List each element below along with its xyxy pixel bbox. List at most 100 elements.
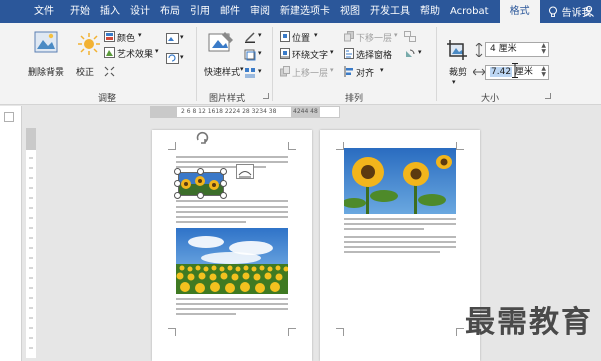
layout-options-button[interactable] bbox=[236, 164, 254, 179]
send-backward-dropdown[interactable]: ▾ bbox=[394, 31, 398, 39]
height-spinbox[interactable]: 4 厘米 ▲ ▼ bbox=[485, 42, 549, 57]
wrap-text-icon[interactable] bbox=[280, 48, 290, 59]
text-line bbox=[176, 216, 288, 218]
crop-mark bbox=[336, 328, 344, 336]
text-line bbox=[176, 298, 288, 300]
picture-style-launcher[interactable] bbox=[263, 93, 269, 99]
ruler-numbers-margin: 4244 48 bbox=[291, 107, 320, 117]
rotate-dropdown[interactable]: ▾ bbox=[418, 48, 422, 56]
sunflower-field-image[interactable] bbox=[176, 228, 288, 294]
compress-icon[interactable] bbox=[104, 66, 115, 77]
text-line bbox=[344, 251, 440, 253]
color-button[interactable]: 颜色 bbox=[117, 31, 135, 44]
crop-icon[interactable] bbox=[446, 39, 468, 61]
rotate-icon[interactable] bbox=[404, 48, 416, 59]
crop-mark bbox=[168, 328, 176, 336]
quick-style-dropdown[interactable]: ▾ bbox=[240, 65, 244, 73]
document-page-2[interactable] bbox=[320, 130, 480, 361]
quick-style-button[interactable]: 快速样式 bbox=[204, 65, 240, 78]
tab-view[interactable]: 视图 bbox=[335, 0, 365, 23]
resize-handle[interactable] bbox=[197, 168, 204, 175]
tab-format[interactable]: 格式 bbox=[499, 0, 540, 23]
color-dropdown-arrow[interactable]: ▾ bbox=[138, 31, 142, 39]
art-effect-button[interactable]: 艺术效果 bbox=[117, 47, 153, 60]
art-effect-icon[interactable] bbox=[104, 47, 115, 58]
group-objects-icon[interactable] bbox=[404, 31, 416, 42]
resize-handle[interactable] bbox=[174, 168, 181, 175]
resize-handle[interactable] bbox=[174, 192, 181, 199]
tab-help[interactable]: 帮助 bbox=[415, 0, 445, 23]
tab-review[interactable]: 审阅 bbox=[245, 0, 275, 23]
sunflower-closeup-image[interactable] bbox=[344, 148, 456, 214]
group-label-picture-style: 图片样式 bbox=[209, 94, 246, 104]
tab-layout[interactable]: 布局 bbox=[155, 0, 185, 23]
position-icon[interactable] bbox=[280, 31, 290, 42]
tab-mailings[interactable]: 邮件 bbox=[215, 0, 245, 23]
bring-forward-icon[interactable] bbox=[280, 66, 290, 77]
tab-design[interactable]: 设计 bbox=[125, 0, 155, 23]
picture-effect-dropdown[interactable]: ▾ bbox=[258, 49, 262, 57]
reset-picture-dropdown[interactable]: ▾ bbox=[180, 53, 184, 61]
reset-picture-icon[interactable] bbox=[166, 53, 179, 64]
align-button[interactable]: 对齐 bbox=[356, 66, 374, 79]
ruler-toggle[interactable] bbox=[4, 112, 14, 122]
height-spin-arrows[interactable]: ▲ ▼ bbox=[541, 43, 546, 55]
wrap-text-button[interactable]: 环绕文字 bbox=[292, 48, 328, 61]
picture-border-icon[interactable] bbox=[244, 31, 256, 43]
resize-handle[interactable] bbox=[220, 192, 227, 199]
width-spin-arrows[interactable]: ▲ ▼ bbox=[541, 66, 546, 78]
bring-forward-button[interactable]: 上移一层 bbox=[292, 66, 328, 79]
tab-home[interactable]: 开始 bbox=[65, 0, 95, 23]
text-line bbox=[176, 200, 288, 202]
document-page-1[interactable] bbox=[152, 130, 312, 361]
remove-background-icon[interactable] bbox=[34, 29, 58, 55]
tab-new-tab[interactable]: 新建选项卡 bbox=[275, 0, 335, 23]
ruler-margin-left bbox=[151, 107, 177, 117]
sun-correct-icon[interactable] bbox=[78, 33, 100, 55]
position-dropdown[interactable]: ▾ bbox=[314, 31, 318, 39]
resize-handle[interactable] bbox=[220, 168, 227, 175]
crop-mark bbox=[288, 328, 296, 336]
resize-handle[interactable] bbox=[197, 192, 204, 199]
color-icon[interactable] bbox=[104, 31, 115, 42]
tab-acrobat[interactable]: Acrobat bbox=[445, 0, 494, 23]
rotate-handle-icon[interactable] bbox=[194, 130, 210, 146]
send-backward-button[interactable]: 下移一层 bbox=[356, 31, 392, 44]
tab-insert[interactable]: 插入 bbox=[95, 0, 125, 23]
picture-layout-dropdown[interactable]: ▾ bbox=[258, 67, 262, 75]
text-line bbox=[344, 223, 456, 225]
quick-style-icon[interactable] bbox=[208, 31, 234, 55]
text-line bbox=[344, 241, 456, 243]
change-picture-icon[interactable] bbox=[166, 33, 179, 44]
change-picture-dropdown[interactable]: ▾ bbox=[180, 33, 184, 41]
crop-button[interactable]: 裁剪 bbox=[449, 65, 467, 78]
remove-background-button[interactable]: 删除背景 bbox=[28, 65, 64, 78]
size-launcher[interactable] bbox=[545, 93, 551, 99]
resize-handle[interactable] bbox=[174, 180, 181, 187]
resize-handle[interactable] bbox=[220, 180, 227, 187]
bring-forward-dropdown[interactable]: ▾ bbox=[330, 66, 334, 74]
text-line bbox=[344, 236, 456, 238]
divider bbox=[196, 27, 197, 101]
align-icon[interactable] bbox=[344, 66, 354, 77]
text-line bbox=[176, 221, 246, 223]
tab-references[interactable]: 引用 bbox=[185, 0, 215, 23]
selection-pane-icon[interactable] bbox=[344, 48, 354, 59]
user-icon[interactable] bbox=[583, 5, 595, 17]
horizontal-ruler[interactable]: 2 6 8 12 1618 2224 28 3234 38 4244 48 bbox=[150, 106, 340, 118]
correct-button[interactable]: 校正 bbox=[76, 65, 94, 78]
position-button[interactable]: 位置 bbox=[292, 31, 310, 44]
art-effect-dropdown-arrow[interactable]: ▾ bbox=[155, 47, 159, 55]
send-backward-icon[interactable] bbox=[344, 31, 354, 42]
align-dropdown[interactable]: ▾ bbox=[380, 66, 384, 74]
crop-dropdown[interactable]: ▾ bbox=[452, 78, 456, 86]
text-line bbox=[344, 228, 424, 230]
text-cursor-icon bbox=[512, 63, 518, 78]
picture-border-dropdown[interactable]: ▾ bbox=[258, 31, 262, 39]
wrap-text-dropdown[interactable]: ▾ bbox=[330, 48, 334, 56]
selection-pane-button[interactable]: 选择窗格 bbox=[356, 48, 392, 61]
tab-developer[interactable]: 开发工具 bbox=[365, 0, 415, 23]
tab-file[interactable]: 文件 bbox=[0, 0, 59, 23]
picture-effect-icon[interactable] bbox=[244, 49, 256, 61]
picture-layout-icon[interactable] bbox=[244, 67, 256, 79]
